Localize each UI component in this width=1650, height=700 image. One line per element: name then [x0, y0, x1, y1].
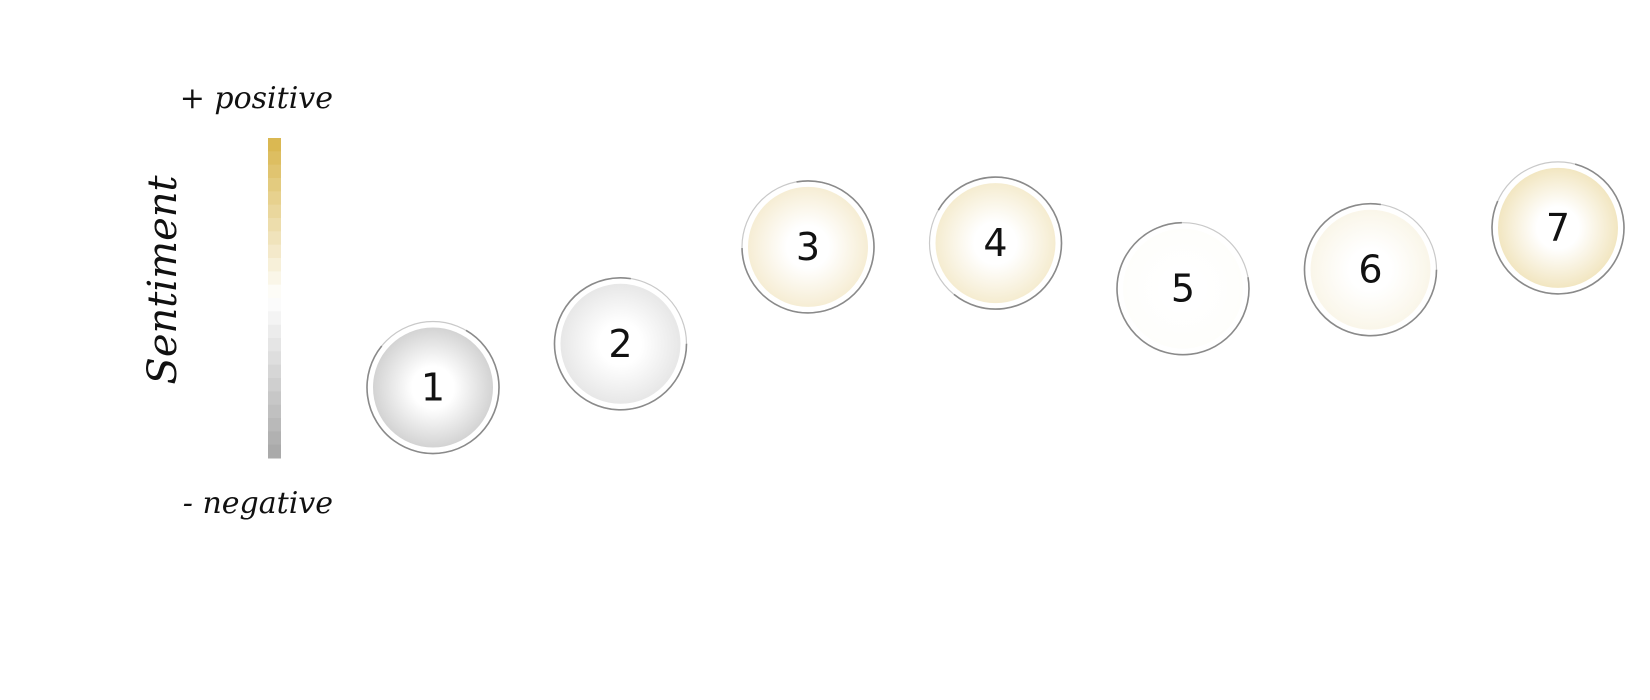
legend-band	[268, 378, 281, 392]
legend-band	[268, 151, 281, 166]
node-label: 7	[1546, 206, 1570, 250]
sentiment-node: 3	[741, 180, 875, 314]
legend-band	[268, 418, 281, 432]
legend-band	[268, 244, 281, 259]
legend-band	[268, 178, 281, 192]
legend-band	[268, 391, 281, 406]
node-label: 6	[1358, 248, 1382, 292]
legend-band	[268, 351, 281, 366]
node-label: 5	[1171, 267, 1195, 311]
legend-band	[268, 284, 281, 299]
legend-band	[268, 164, 281, 179]
legend-top-label: + positive	[180, 81, 333, 116]
legend-band	[268, 404, 281, 419]
node-label: 3	[796, 225, 820, 269]
legend-bands	[268, 138, 281, 459]
node-label: 2	[608, 322, 632, 366]
legend-band	[268, 338, 281, 352]
sentiment-node: 6	[1303, 202, 1438, 337]
sentiment-node: 2	[553, 277, 688, 411]
legend-band	[268, 431, 281, 446]
sentiment-node: 5	[1116, 221, 1250, 356]
legend-band	[268, 364, 281, 379]
legend-band	[268, 218, 281, 232]
legend-band	[268, 258, 281, 272]
legend-band	[268, 311, 281, 326]
legend-band	[268, 324, 281, 339]
sentiment-node: 4	[928, 176, 1063, 310]
legend-band	[268, 271, 281, 286]
legend-band	[268, 138, 281, 152]
sentiment-legend: Sentiment + positive - negative	[140, 81, 333, 521]
node-label: 4	[983, 221, 1007, 265]
legend-band	[268, 298, 281, 312]
sentiment-node: 1	[366, 320, 500, 455]
legend-band	[268, 231, 281, 246]
legend-band	[268, 191, 281, 206]
legend-title: Sentiment	[140, 175, 186, 385]
legend-band	[268, 444, 281, 459]
legend-bottom-label: - negative	[183, 486, 333, 521]
sentiment-nodes: 1 2 3 4 5 6 7	[366, 161, 1625, 455]
node-label: 1	[421, 366, 445, 410]
sentiment-node: 7	[1491, 161, 1625, 295]
legend-band	[268, 204, 281, 219]
sentiment-chart: Sentiment + positive - negative 1 2 3 4 5 6 7	[140, 81, 1625, 521]
